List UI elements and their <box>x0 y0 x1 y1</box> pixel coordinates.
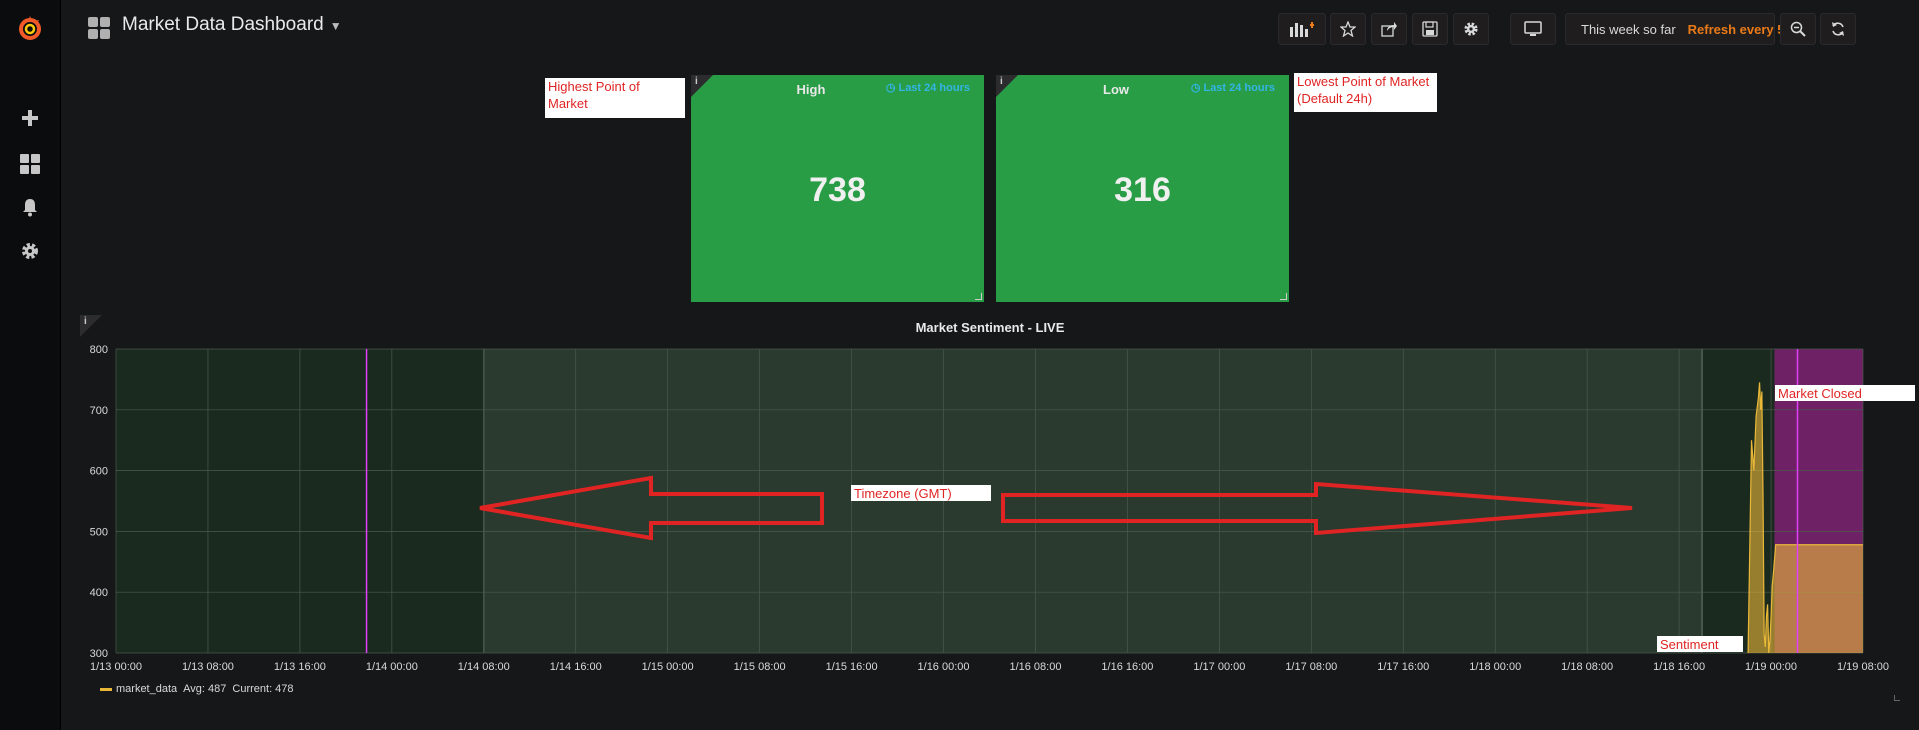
x-tick-label-5: 1/14 16:00 <box>550 661 602 673</box>
market-sentiment-graph[interactable]: 800 700 600 500 400 3001/13 00:00 1/13 08:00 1/… <box>0 0 1919 730</box>
resize-handle-icon[interactable] <box>1894 695 1900 701</box>
y-tick-label-4: 400 <box>90 587 108 599</box>
graph-legend: market_data Avg: 487 Current: 478 <box>100 683 294 695</box>
x-tick-label-0: 1/13 00:00 <box>90 661 142 673</box>
timezone-note-annotation: Timezone (GMT) <box>851 485 991 501</box>
x-tick-label-3: 1/14 00:00 <box>366 661 418 673</box>
x-tick-label-7: 1/15 08:00 <box>734 661 786 673</box>
x-tick-label-10: 1/16 08:00 <box>1009 661 1061 673</box>
x-tick-label-2: 1/13 16:00 <box>274 661 326 673</box>
x-tick-label-4: 1/14 08:00 <box>458 661 510 673</box>
legend-series-name[interactable]: market_data <box>116 683 177 695</box>
legend-current: Current: 478 <box>232 683 294 695</box>
market-closed-note-annotation: Market Closed <box>1775 385 1915 401</box>
y-tick-label-2: 600 <box>90 466 108 478</box>
x-tick-label-1: 1/13 08:00 <box>182 661 234 673</box>
x-tick-label-19: 1/19 08:00 <box>1837 661 1889 673</box>
y-tick-label-0: 800 <box>90 344 108 356</box>
x-tick-label-12: 1/17 00:00 <box>1193 661 1245 673</box>
x-tick-label-9: 1/16 00:00 <box>918 661 970 673</box>
x-tick-label-15: 1/18 00:00 <box>1469 661 1521 673</box>
x-tick-label-11: 1/16 16:00 <box>1101 661 1153 673</box>
y-tick-label-5: 300 <box>90 648 108 660</box>
x-tick-label-14: 1/17 16:00 <box>1377 661 1429 673</box>
x-tick-label-18: 1/19 00:00 <box>1745 661 1797 673</box>
x-tick-label-13: 1/17 08:00 <box>1285 661 1337 673</box>
x-tick-label-16: 1/18 08:00 <box>1561 661 1613 673</box>
y-tick-label-3: 500 <box>90 526 108 538</box>
x-tick-label-8: 1/15 16:00 <box>826 661 878 673</box>
y-tick-label-1: 700 <box>90 405 108 417</box>
series-color-swatch[interactable] <box>100 687 112 691</box>
sentiment-note-annotation: Sentiment <box>1657 636 1743 652</box>
x-tick-label-17: 1/18 16:00 <box>1653 661 1705 673</box>
x-tick-label-6: 1/15 00:00 <box>642 661 694 673</box>
legend-avg: Avg: 487 <box>183 683 227 695</box>
